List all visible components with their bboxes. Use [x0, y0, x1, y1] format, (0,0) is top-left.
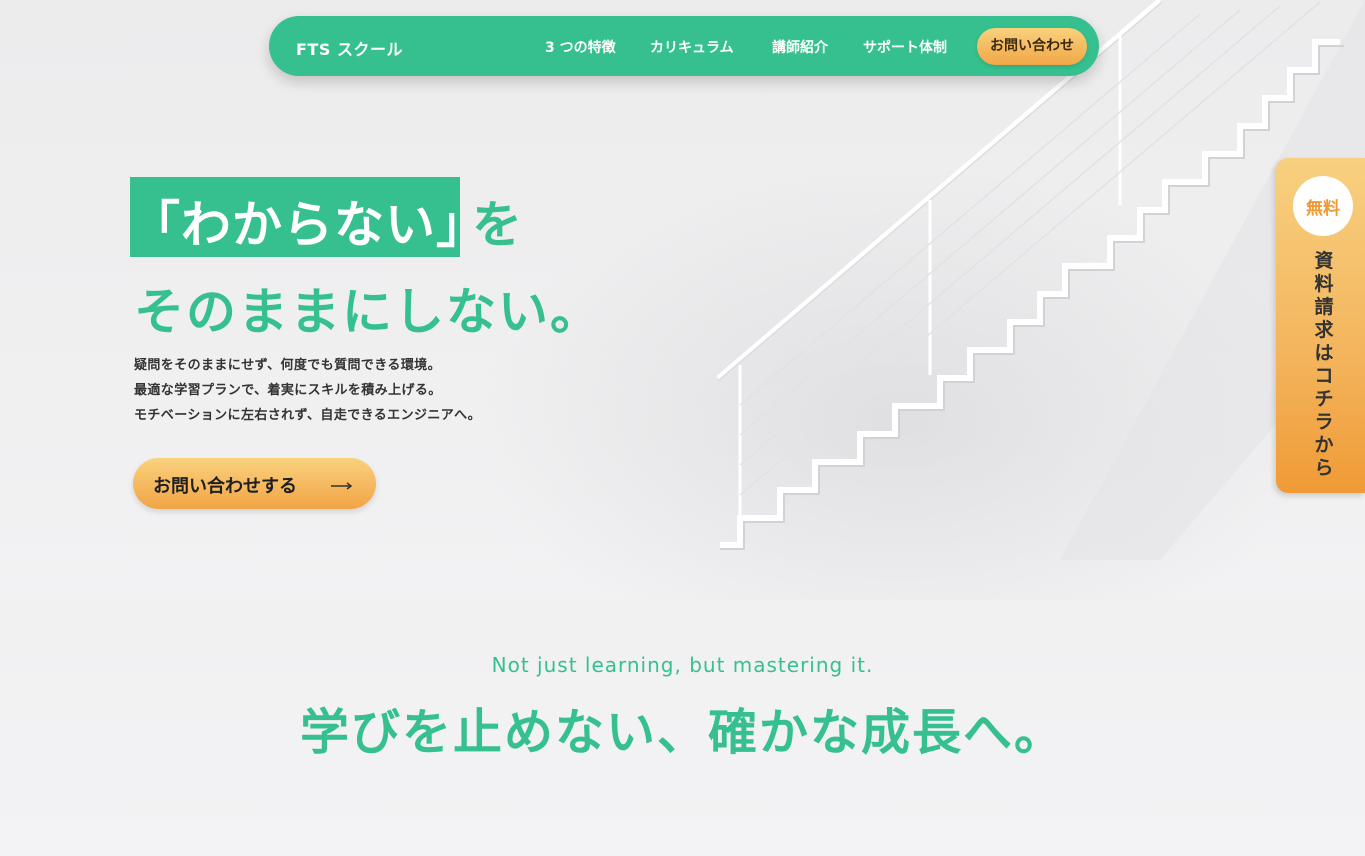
hero-contact-label: お問い合わせする	[153, 476, 297, 497]
description-line: 最適な学習プランで、着実にスキルを積み上げる。	[134, 383, 442, 398]
headline-line-2: そのままにしない。	[134, 283, 602, 341]
section-tagline: Not just learning, but mastering it.	[491, 653, 874, 677]
hero-section: FTS スクール 3 つの特徴 カリキュラム 講師紹介 サポート体制 お問い合わ…	[0, 0, 1365, 600]
staircase-illustration	[716, 0, 1365, 560]
headline-suffix: を	[472, 196, 522, 254]
main-nav: FTS スクール 3 つの特徴 カリキュラム 講師紹介 サポート体制 お問い合わ…	[269, 16, 1099, 76]
side-request-tab[interactable]: 無料 資料請求はコチラから	[1276, 158, 1365, 493]
description-line: モチベーションに左右されず、自走できるエンジニアへ。	[134, 408, 481, 423]
nav-contact-button[interactable]: お問い合わせ	[977, 28, 1087, 65]
headline-highlight-box: 「わからない」	[130, 177, 487, 257]
free-badge: 無料	[1293, 176, 1353, 236]
description-line: 疑問をそのままにせず、何度でも質問できる環境。	[134, 358, 442, 373]
side-request-label: 資料請求はコチラから	[1314, 250, 1334, 479]
hero-description: 疑問をそのままにせず、何度でも質問できる環境。 最適な学習プランで、着実にスキル…	[134, 353, 564, 428]
site-logo[interactable]: FTS スクール	[296, 36, 403, 60]
nav-item-instructors[interactable]: 講師紹介	[772, 37, 828, 57]
headline-highlight: 「わからない」	[130, 196, 487, 254]
hero-contact-button[interactable]: お問い合わせする	[133, 458, 376, 509]
nav-item-curriculum[interactable]: カリキュラム	[650, 37, 734, 57]
arrow-right-icon	[331, 482, 353, 490]
section-title: 学びを止めない、確かな成長へ。	[299, 704, 1065, 761]
page: FTS スクール 3 つの特徴 カリキュラム 講師紹介 サポート体制 お問い合わ…	[0, 0, 1365, 856]
free-badge-label: 無料	[1306, 199, 1340, 219]
nav-item-features[interactable]: 3 つの特徴	[545, 37, 616, 57]
nav-item-support[interactable]: サポート体制	[863, 37, 947, 57]
